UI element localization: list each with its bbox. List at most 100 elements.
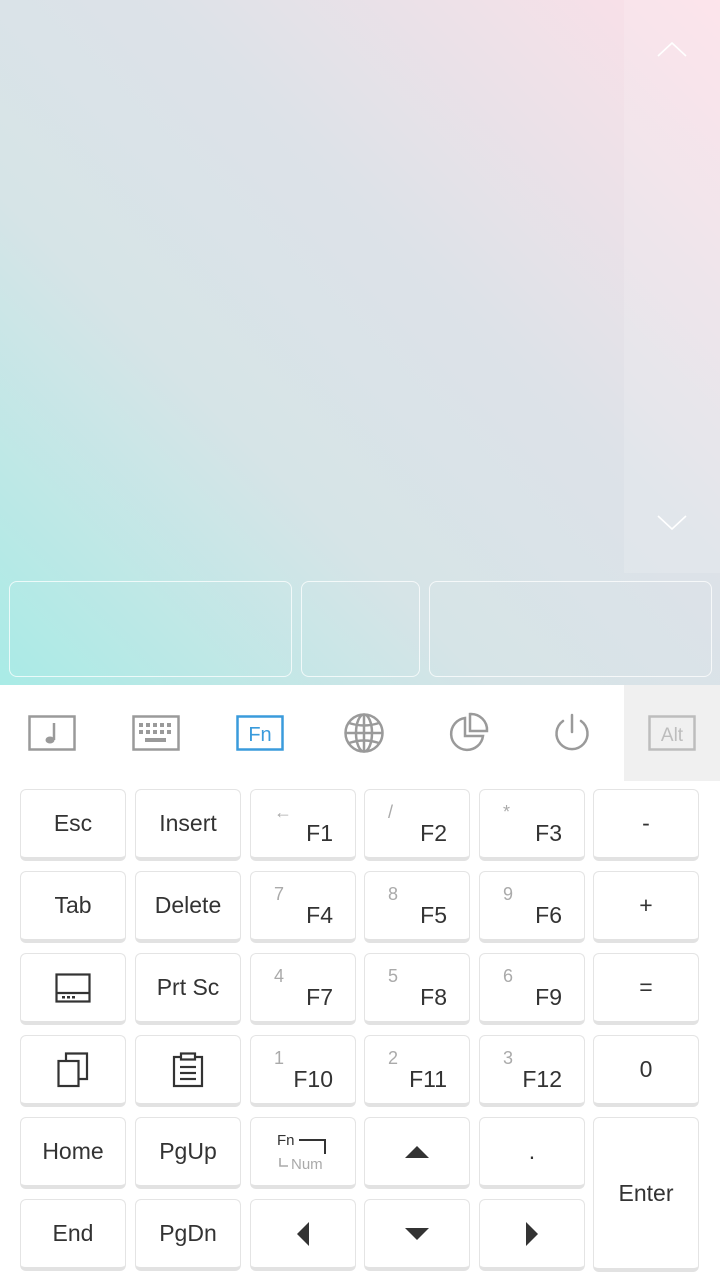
key-period[interactable]: . — [479, 1117, 585, 1189]
tool-media[interactable] — [4, 685, 100, 781]
key-label: F2 — [420, 820, 447, 846]
key-copy[interactable] — [20, 1035, 126, 1107]
key-label: . — [528, 1138, 536, 1164]
music-icon — [28, 715, 76, 751]
key-label: End — [52, 1220, 94, 1246]
key-label: F5 — [420, 902, 447, 928]
key-label: Home — [42, 1138, 104, 1164]
key-sub-label: 2 — [388, 1048, 399, 1068]
key-f9[interactable]: 6 F9 — [479, 953, 585, 1025]
key-label: F7 — [306, 984, 333, 1010]
touchpad-area[interactable] — [0, 0, 720, 685]
key-label: = — [639, 974, 653, 1000]
key-sub-label: 8 — [388, 884, 399, 904]
arrow-up-icon — [405, 1145, 429, 1158]
tool-fn[interactable]: Fn — [212, 685, 308, 781]
key-f2[interactable]: / F2 — [364, 789, 470, 861]
toggle-bracket-icon — [279, 1139, 326, 1167]
function-keypad: Esc Insert ← F1 /F2 * F3 - Tab Delete 7 F4 … — [0, 781, 720, 1280]
key-delete[interactable]: Delete — [135, 871, 241, 943]
globe-icon — [344, 713, 384, 753]
chevron-up-icon[interactable] — [656, 40, 688, 58]
key-label: PgUp — [159, 1138, 217, 1164]
key-label: Enter — [618, 1179, 674, 1206]
key-label: F1 — [306, 820, 333, 846]
middle-click-button[interactable] — [301, 581, 420, 677]
key-paste[interactable] — [135, 1035, 241, 1107]
key-label: F3 — [535, 820, 562, 846]
key-f1[interactable]: ← F1 — [250, 789, 356, 861]
key-label: F11 — [409, 1066, 447, 1092]
key-plus[interactable]: + — [593, 871, 699, 943]
key-home[interactable]: Home — [20, 1117, 126, 1189]
key-label: Tab — [54, 892, 92, 918]
key-sub-label: / — [388, 802, 394, 822]
key-f5[interactable]: 8 F5 — [364, 871, 470, 943]
key-prtsc[interactable]: Prt Sc — [135, 953, 241, 1025]
key-sub-label: 7 — [274, 884, 285, 904]
key-arrow-left[interactable] — [250, 1199, 356, 1271]
right-click-button[interactable] — [429, 581, 712, 677]
key-label: Delete — [154, 892, 222, 918]
scroll-strip[interactable] — [624, 0, 720, 573]
power-icon — [555, 713, 589, 751]
key-sub-label: 5 — [388, 966, 399, 986]
key-pgdn[interactable]: PgDn — [135, 1199, 241, 1271]
key-sub-label: 9 — [503, 884, 514, 904]
key-show-desktop[interactable] — [20, 953, 126, 1025]
key-minus[interactable]: - — [593, 789, 699, 861]
key-tab[interactable]: Tab — [20, 871, 126, 943]
key-label: + — [639, 892, 653, 918]
fn-icon: Fn — [236, 715, 284, 751]
key-equals[interactable]: = — [593, 953, 699, 1025]
toolbar: Fn Alt — [0, 685, 720, 781]
key-label: F6 — [535, 902, 562, 928]
arrow-down-icon — [405, 1227, 429, 1240]
fn-label: Fn — [248, 724, 271, 746]
key-end[interactable]: End — [20, 1199, 126, 1271]
key-f11[interactable]: 2 F11 — [364, 1035, 470, 1107]
key-zero[interactable]: 0 — [593, 1035, 699, 1107]
tool-globe[interactable] — [316, 685, 412, 781]
key-label: F4 — [306, 902, 333, 928]
key-enter[interactable]: Enter — [593, 1117, 699, 1272]
key-f7[interactable]: 4 F7 — [250, 953, 356, 1025]
key-f8[interactable]: 5 F8 — [364, 953, 470, 1025]
clipboard-icon — [172, 1051, 204, 1087]
chevron-down-icon[interactable] — [656, 514, 688, 532]
key-f12[interactable]: 3 F12 — [479, 1035, 585, 1107]
tool-chart[interactable] — [420, 685, 516, 781]
key-esc[interactable]: Esc — [20, 789, 126, 861]
key-f10[interactable]: 1 F10 — [250, 1035, 356, 1107]
tool-power[interactable] — [524, 685, 620, 781]
key-label: - — [642, 810, 650, 836]
key-arrow-up[interactable] — [364, 1117, 470, 1189]
key-label: F12 — [522, 1066, 562, 1092]
key-pgup[interactable]: PgUp — [135, 1117, 241, 1189]
key-arrow-right[interactable] — [479, 1199, 585, 1271]
key-insert[interactable]: Insert — [135, 789, 241, 861]
tool-keyboard[interactable] — [108, 685, 204, 781]
key-sub-label: 4 — [274, 966, 285, 986]
arrow-right-icon — [526, 1221, 538, 1246]
key-label: Esc — [53, 810, 93, 836]
key-label: PgDn — [159, 1220, 217, 1246]
key-label: 0 — [639, 1056, 653, 1082]
key-sub-label: ← — [274, 802, 292, 822]
key-sub-label: 1 — [274, 1048, 285, 1068]
copy-icon — [57, 1051, 89, 1087]
alt-icon: Alt — [648, 715, 696, 751]
key-arrow-down[interactable] — [364, 1199, 470, 1271]
key-label: F8 — [420, 984, 447, 1010]
left-click-button[interactable] — [9, 581, 292, 677]
key-fn-num-toggle[interactable]: Fn Num — [250, 1117, 356, 1189]
key-label: Insert — [159, 810, 217, 836]
key-f4[interactable]: 7 F4 — [250, 871, 356, 943]
arrow-left-icon — [297, 1221, 309, 1246]
keyboard-icon — [132, 715, 180, 751]
key-f3[interactable]: * F3 — [479, 789, 585, 861]
pie-chart-icon — [449, 712, 489, 752]
key-f6[interactable]: 9 F6 — [479, 871, 585, 943]
tool-alt[interactable]: Alt — [624, 685, 720, 781]
key-label: F9 — [535, 984, 562, 1010]
